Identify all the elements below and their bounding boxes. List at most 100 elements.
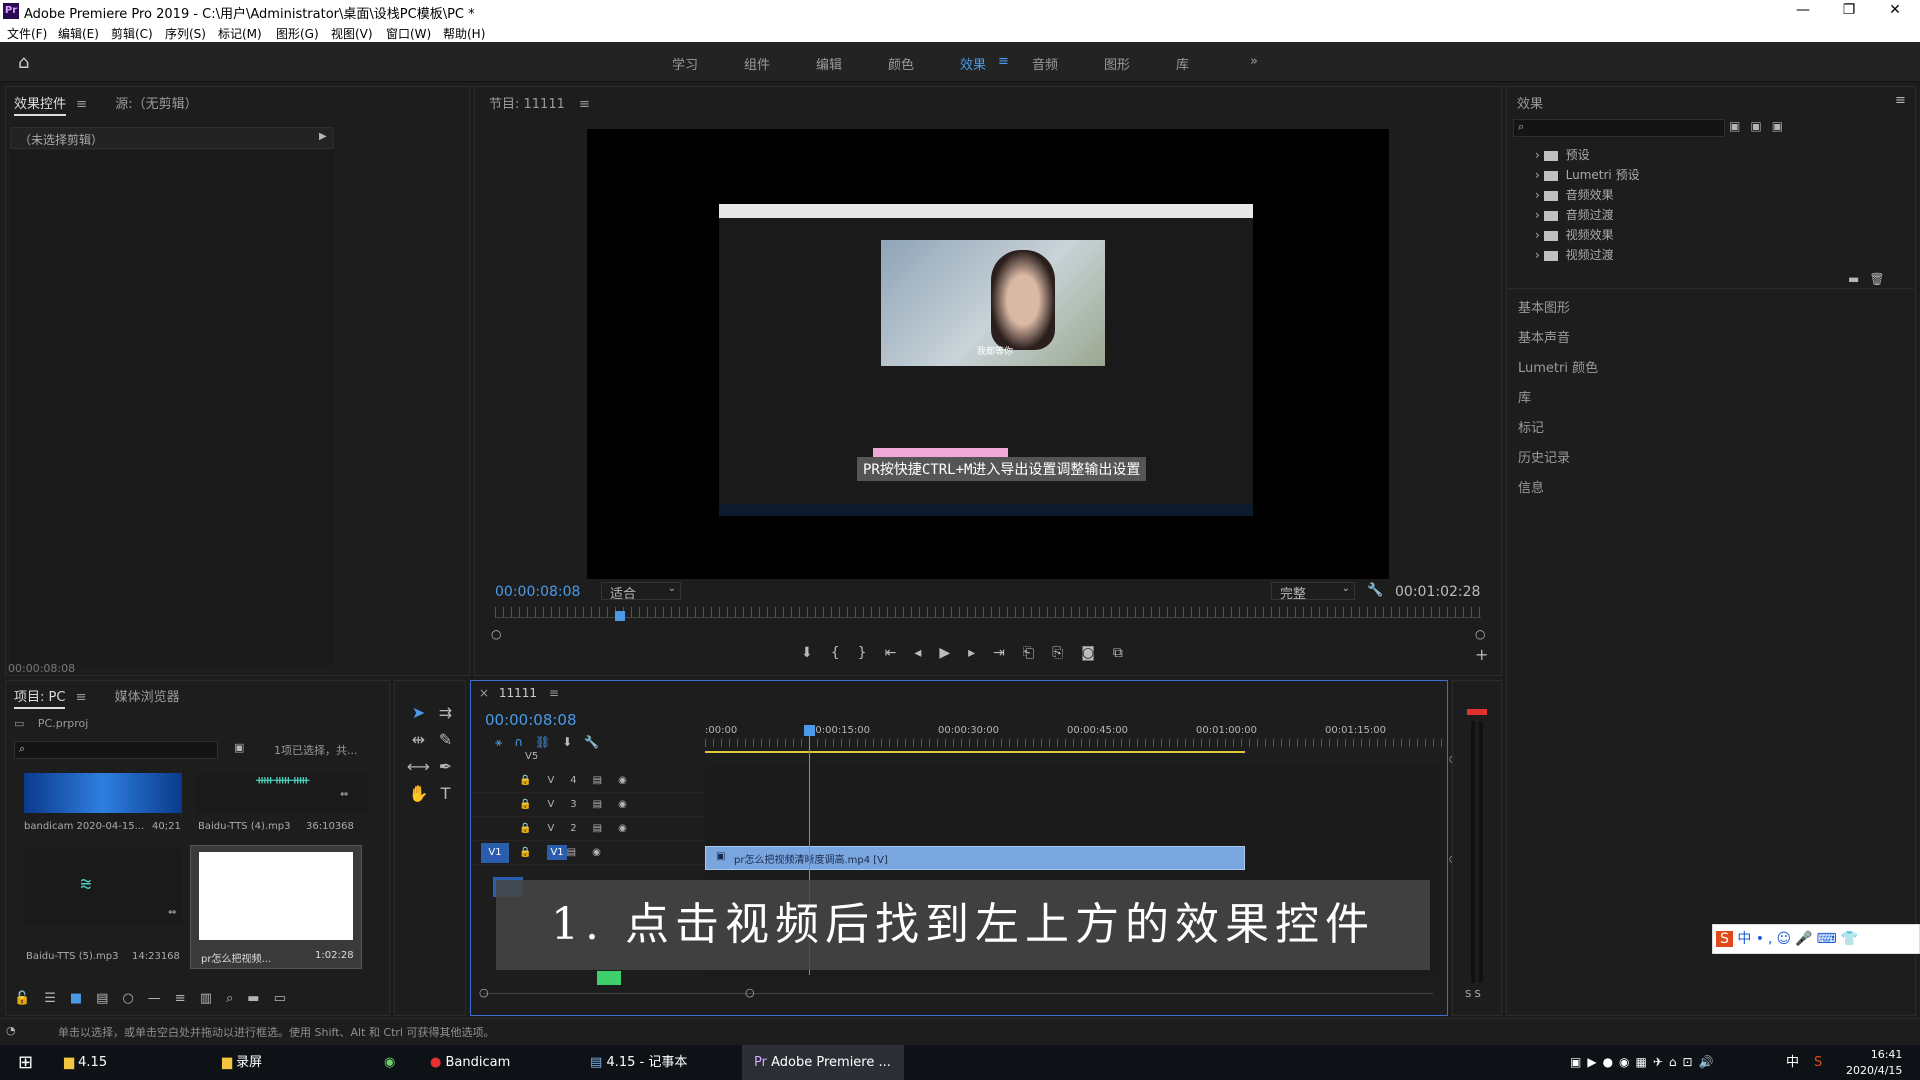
hand-tool-icon[interactable]: ✋: [405, 780, 432, 807]
mute-track-icon[interactable]: [597, 971, 621, 985]
sequence-tab[interactable]: 11111: [499, 686, 537, 700]
windows-start-icon[interactable]: ⊞: [18, 1045, 33, 1080]
ws-effects[interactable]: 效果: [960, 54, 986, 73]
ime-tool-icons[interactable]: •,☺🎤⌨👕: [1756, 931, 1862, 947]
ime-language[interactable]: 中: [1737, 931, 1751, 947]
project-search-input[interactable]: ⌕: [14, 741, 218, 759]
menu-clip[interactable]: 剪辑(C): [111, 25, 153, 42]
automate-icon[interactable]: ▥: [200, 991, 226, 1006]
ripple-edit-icon[interactable]: ⇹: [405, 726, 432, 753]
new-bin-icon[interactable]: ▬: [1848, 272, 1869, 286]
taskbar-bandicam[interactable]: ● Bandicam: [430, 1045, 510, 1080]
camera-icon[interactable]: ◙: [1081, 645, 1113, 661]
timeline-settings-icon[interactable]: 🔧: [584, 735, 611, 749]
tray-icons[interactable]: ▣▶●◉▦✈⌂⊡🔊: [1570, 1055, 1720, 1069]
ws-editing[interactable]: 编辑: [816, 54, 842, 73]
lock-icon[interactable]: 🔒: [519, 799, 547, 810]
selected-item[interactable]: pr怎么把视频... 1:02:28: [190, 845, 362, 969]
new-bin-icon[interactable]: ▬: [247, 991, 273, 1006]
clip-indicator[interactable]: [1467, 709, 1487, 715]
sync-icon[interactable]: ▤: [567, 847, 592, 858]
more-workspaces-icon[interactable]: »: [1250, 54, 1258, 69]
zoom-slider[interactable]: ○—: [122, 991, 174, 1006]
section-essential-graphics[interactable]: 基本图形: [1518, 297, 1570, 316]
scrub-end-handle[interactable]: ○: [1475, 627, 1485, 641]
lock-icon[interactable]: 🔒: [519, 847, 547, 858]
go-to-in-icon[interactable]: ⇤: [885, 645, 915, 661]
icon-view-icon[interactable]: ■: [70, 991, 96, 1006]
tab-project[interactable]: 项目: PC: [14, 690, 66, 709]
close-icon[interactable]: ×: [479, 686, 489, 700]
source-patch-v1[interactable]: V1: [481, 843, 509, 863]
step-back-icon[interactable]: ◂: [914, 645, 939, 661]
track-select-icon[interactable]: ⇉: [432, 699, 459, 726]
menu-sequence[interactable]: 序列(S): [165, 25, 206, 42]
eye-icon[interactable]: ◉: [618, 775, 643, 786]
new-item-icon[interactable]: ▭: [274, 991, 300, 1006]
hscroll-thumb[interactable]: ○: [745, 986, 755, 999]
menu-file[interactable]: 文件(F): [7, 25, 47, 42]
step-forward-icon[interactable]: ▸: [968, 645, 993, 661]
sync-icon[interactable]: ▤: [593, 775, 618, 786]
list-view-icon[interactable]: ☰: [44, 991, 70, 1006]
32bit-effects-icon[interactable]: ▣: [1750, 119, 1771, 133]
ime-toolbar[interactable]: S 中 •,☺🎤⌨👕: [1712, 924, 1920, 954]
timeline-hscroll[interactable]: [483, 993, 1433, 994]
panel-menu-icon[interactable]: ≡: [579, 97, 590, 112]
go-to-out-icon[interactable]: ⇥: [993, 645, 1023, 661]
compare-icon[interactable]: ⧉: [1113, 645, 1141, 661]
ws-audio[interactable]: 音频: [1032, 54, 1058, 73]
eye-icon[interactable]: ◉: [618, 799, 643, 810]
timeline-timecode[interactable]: 00:00:08:08: [485, 711, 577, 729]
yuv-effects-icon[interactable]: ▣: [1772, 119, 1793, 133]
video-clip[interactable]: ▣ pr怎么把视频清晰度调高.mp4 [V]: [705, 846, 1245, 870]
hscroll-start-handle[interactable]: ○: [479, 986, 489, 999]
taskbar-notepad[interactable]: ▤ 4.15 - 记事本: [590, 1045, 687, 1080]
lift-icon[interactable]: ⎗: [1023, 645, 1052, 661]
tab-effect-controls[interactable]: 效果控件: [14, 97, 67, 116]
expand-arrow-icon[interactable]: ▶: [319, 131, 327, 142]
effects-folder-audio-transitions[interactable]: › 音频过渡: [1535, 206, 1614, 223]
effects-folder-audio-effects[interactable]: › 音频效果: [1535, 186, 1614, 203]
timeline-ruler[interactable]: :00:00 00:00:15:00 00:00:30:00 00:00:45:…: [705, 725, 1445, 747]
taskbar-premiere[interactable]: Pr Adobe Premiere ...: [742, 1045, 904, 1080]
tab-source[interactable]: 源:（无剪辑）: [115, 97, 197, 112]
solo-buttons[interactable]: S S: [1465, 989, 1481, 1000]
eye-icon[interactable]: ◉: [592, 847, 617, 858]
panel-menu-icon[interactable]: ≡: [76, 690, 87, 705]
fit-dropdown[interactable]: 适合: [610, 587, 636, 602]
effects-search-input[interactable]: ⌕: [1513, 119, 1725, 137]
snap-icon[interactable]: ∩: [514, 735, 535, 749]
browser-icon[interactable]: ◉: [384, 1045, 395, 1080]
accelerated-effects-icon[interactable]: ▣: [1729, 119, 1750, 133]
eye-icon[interactable]: ◉: [618, 823, 643, 834]
ws-color[interactable]: 颜色: [888, 54, 914, 73]
track-target-v1[interactable]: V1: [547, 845, 567, 860]
lock-icon[interactable]: 🔒: [519, 823, 547, 834]
ws-assembly[interactable]: 组件: [744, 54, 770, 73]
playhead-handle[interactable]: [803, 725, 815, 736]
ws-graphics[interactable]: 图形: [1104, 54, 1130, 73]
quality-dropdown[interactable]: 完整: [1280, 587, 1306, 602]
slip-tool-icon[interactable]: ⟷: [405, 753, 432, 780]
program-viewer[interactable]: 我都等你 PR按快捷CTRL+M进入导出设置调整输出设置: [587, 129, 1389, 579]
sync-icon[interactable]: ▤: [593, 799, 618, 810]
section-info[interactable]: 信息: [1518, 477, 1544, 496]
program-playhead[interactable]: [615, 611, 625, 621]
lock-icon[interactable]: 🔒: [519, 775, 547, 786]
mark-out-icon[interactable]: }: [858, 645, 885, 661]
freeform-view-icon[interactable]: ▤: [96, 991, 122, 1006]
program-timecode[interactable]: 00:00:08:08: [495, 584, 580, 600]
tab-media-browser[interactable]: 媒体浏览器: [115, 690, 180, 705]
menu-help[interactable]: 帮助(H): [443, 25, 485, 42]
section-lumetri-color[interactable]: Lumetri 颜色: [1518, 357, 1598, 376]
menu-view[interactable]: 视图(V): [331, 25, 373, 42]
add-marker-icon[interactable]: ⬇: [562, 735, 584, 749]
panel-menu-icon[interactable]: ≡: [1895, 93, 1906, 108]
taskbar-folder-415[interactable]: ▆ 4.15: [64, 1045, 107, 1080]
menu-window[interactable]: 窗口(W): [386, 25, 431, 42]
menu-graphics[interactable]: 图形(G): [276, 25, 319, 42]
menu-edit[interactable]: 编辑(E): [58, 25, 99, 42]
selection-tool-icon[interactable]: ➤: [405, 699, 432, 726]
section-libraries[interactable]: 库: [1518, 387, 1531, 406]
